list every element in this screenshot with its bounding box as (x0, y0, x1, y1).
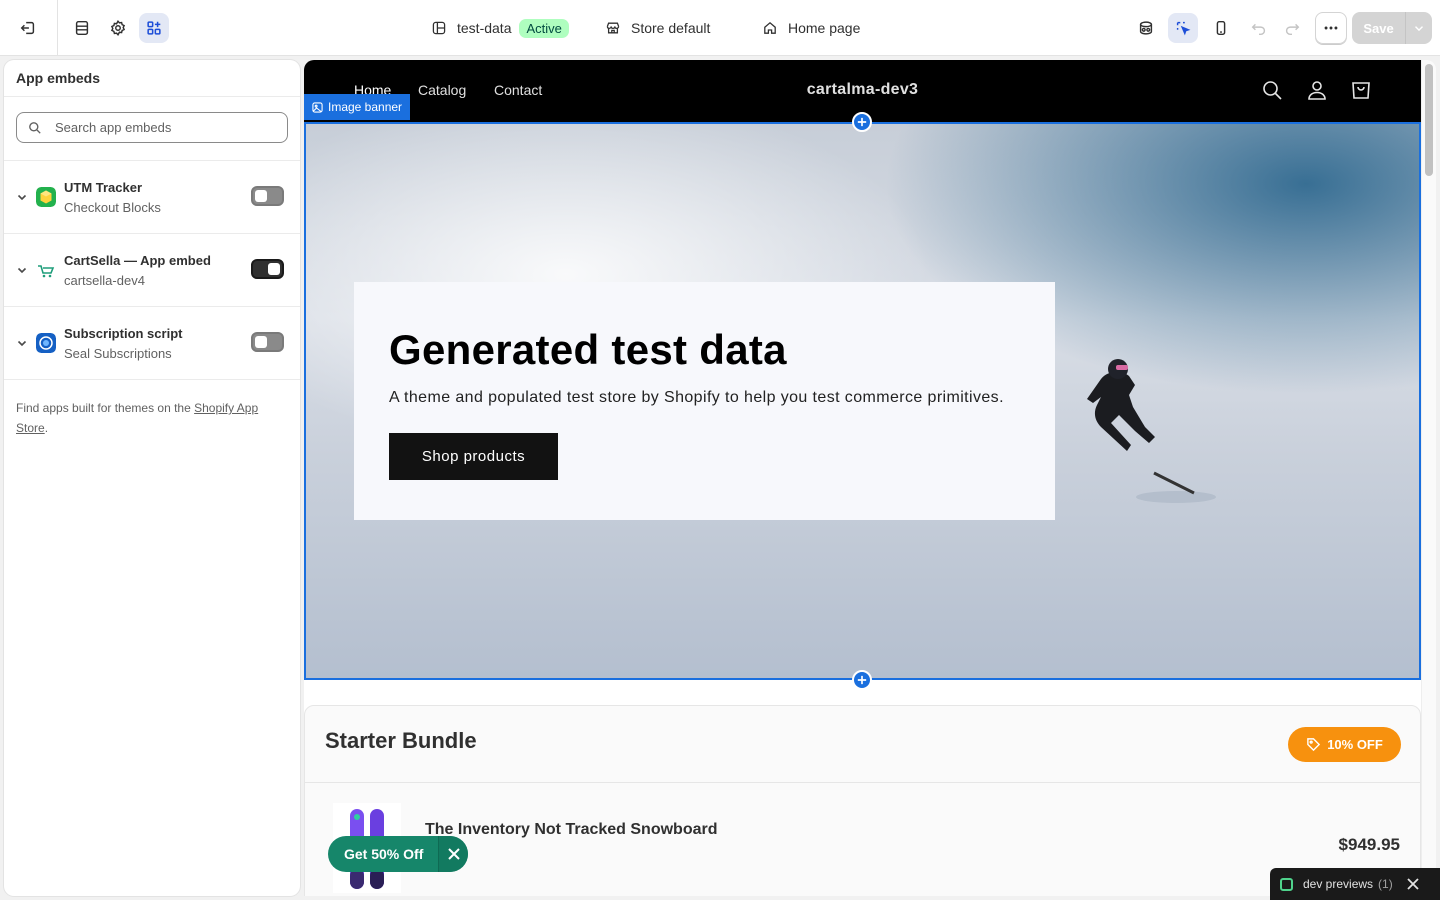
cart-icon[interactable] (1349, 78, 1373, 102)
section-label-text: Image banner (328, 100, 403, 114)
utm-tracker-app-icon (36, 187, 56, 207)
embed-name: UTM Tracker (64, 180, 143, 195)
hero-title: Generated test data (389, 326, 787, 373)
save-options-chevron-icon[interactable] (1405, 12, 1432, 44)
promo-label[interactable]: Get 50% Off (328, 846, 438, 862)
search-input[interactable] (55, 120, 275, 135)
redo-icon[interactable] (1277, 13, 1307, 43)
toggle-knob (255, 336, 267, 348)
toggle-knob (268, 263, 280, 275)
theme-icon (432, 21, 446, 35)
undo-icon[interactable] (1244, 13, 1274, 43)
chevron-down-icon[interactable] (16, 264, 28, 276)
preview-scrollbar[interactable] (1421, 60, 1436, 896)
product-price: $949.95 (1338, 835, 1400, 854)
starter-bundle-section: Starter Bundle 10% OFF The Inventory Not… (304, 705, 1422, 896)
scrollbar-thumb[interactable] (1425, 64, 1433, 176)
discount-badge-label: 10% OFF (1327, 737, 1383, 752)
exit-icon[interactable] (13, 13, 43, 43)
hero-card: Generated test data A theme and populate… (354, 282, 1055, 520)
dev-previews-label: dev previews (1303, 877, 1374, 891)
embed-row-utm-tracker[interactable]: UTM Tracker Checkout Blocks (4, 161, 300, 233)
chevron-down-icon[interactable] (16, 337, 28, 349)
seal-subscriptions-app-icon (36, 333, 56, 353)
store-icon (606, 22, 620, 34)
select-cursor-icon[interactable] (1168, 13, 1198, 43)
divider (4, 379, 300, 380)
search-icon (29, 121, 41, 134)
app-store-hint-text: Find apps built for themes on the (16, 401, 195, 415)
close-icon[interactable] (1406, 877, 1420, 891)
account-icon[interactable] (1305, 78, 1329, 102)
cartsella-app-icon (36, 260, 56, 280)
plus-icon (857, 675, 867, 685)
plus-icon (857, 117, 867, 127)
save-button[interactable]: Save (1352, 12, 1432, 44)
tag-icon (1307, 738, 1321, 752)
section-label-image-banner[interactable]: Image banner (304, 94, 411, 120)
topbar-divider (57, 0, 58, 56)
settings-gear-icon[interactable] (103, 13, 133, 43)
embed-toggle-cartsella[interactable] (251, 259, 284, 279)
image-icon (312, 101, 323, 113)
discount-badge: 10% OFF (1288, 727, 1401, 762)
page-selector-label: Home page (788, 20, 861, 36)
mobile-preview-icon[interactable] (1206, 13, 1236, 43)
embed-app: Checkout Blocks (64, 200, 161, 215)
editor-topbar: test-data Active Store default Home page… (0, 0, 1440, 56)
embed-name: CartSella — App embed (64, 253, 211, 268)
inspector-icon[interactable] (1131, 13, 1161, 43)
app-embeds-panel: App embeds UTM Tracker Checkout Blocks C… (4, 60, 300, 896)
store-context-selector[interactable]: Store default (605, 0, 710, 56)
store-search-icon[interactable] (1260, 78, 1284, 102)
bundle-title: Starter Bundle (325, 728, 477, 753)
add-section-top-button[interactable] (852, 112, 872, 132)
embed-app: cartsella-dev4 (64, 273, 145, 288)
embed-toggle-utm-tracker[interactable] (251, 186, 284, 206)
more-dots-icon (1324, 26, 1338, 30)
panel-title: App embeds (4, 60, 300, 97)
dev-preview-icon (1280, 877, 1293, 891)
theme-name: test-data (457, 20, 512, 36)
store-context-label: Store default (631, 20, 711, 36)
save-button-label: Save (1363, 20, 1394, 36)
dev-previews-bar[interactable]: dev previews (1) (1270, 868, 1440, 900)
home-icon (764, 21, 776, 34)
promo-popup[interactable]: Get 50% Off (328, 836, 468, 872)
shop-products-button[interactable]: Shop products (389, 433, 558, 480)
embed-app: Seal Subscriptions (64, 346, 172, 361)
theme-selector[interactable]: test-data Active (431, 0, 569, 56)
embed-row-subscription-script[interactable]: Subscription script Seal Subscriptions (4, 307, 300, 379)
image-banner-section[interactable]: Generated test data A theme and populate… (304, 122, 1421, 680)
app-embeds-icon[interactable] (139, 13, 169, 43)
embed-name: Subscription script (64, 326, 183, 341)
hero-text: A theme and populated test store by Shop… (389, 389, 1004, 406)
more-actions-button[interactable] (1315, 12, 1347, 44)
divider (305, 782, 1422, 783)
add-section-bottom-button[interactable] (852, 670, 872, 690)
app-store-hint: Find apps built for themes on the Shopif… (16, 398, 286, 438)
skier-image (1087, 359, 1216, 503)
chevron-down-icon[interactable] (16, 191, 28, 203)
theme-preview: Home Catalog Contact cartalma-dev3 Image… (304, 60, 1436, 896)
dev-previews-count: (1) (1378, 877, 1393, 891)
app-store-hint-end: . (44, 421, 49, 435)
toggle-knob (255, 190, 267, 202)
product-name[interactable]: The Inventory Not Tracked Snowboard (425, 821, 718, 839)
theme-status-badge: Active (519, 18, 569, 38)
sections-icon[interactable] (67, 13, 97, 43)
store-name[interactable]: cartalma-dev3 (304, 81, 1421, 99)
page-selector[interactable]: Home page (762, 0, 860, 56)
search-box[interactable] (16, 112, 288, 143)
embed-toggle-subscription-script[interactable] (251, 332, 284, 352)
embed-row-cartsella[interactable]: CartSella — App embed cartsella-dev4 (4, 234, 300, 306)
